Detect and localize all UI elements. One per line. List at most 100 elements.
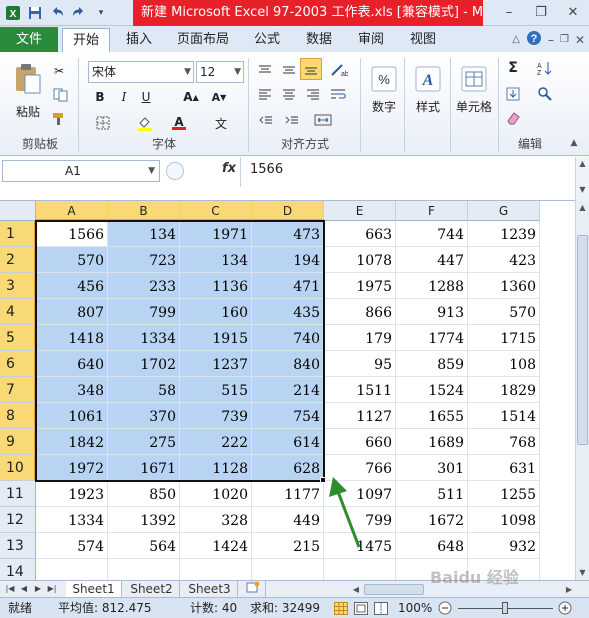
horizontal-scroll-thumb[interactable] bbox=[364, 584, 424, 595]
cell-e14[interactable] bbox=[324, 559, 396, 580]
insert-function-button[interactable]: fx bbox=[222, 161, 236, 176]
cell-g4[interactable]: 570 bbox=[468, 299, 540, 325]
cell-e9[interactable]: 660 bbox=[324, 429, 396, 455]
redo-icon[interactable] bbox=[70, 4, 88, 22]
restore-workbook-icon[interactable]: ❐ bbox=[560, 34, 569, 45]
cell-e1[interactable]: 663 bbox=[324, 221, 396, 247]
cell-b12[interactable]: 1392 bbox=[108, 507, 180, 533]
cell-e4[interactable]: 866 bbox=[324, 299, 396, 325]
cell-f11[interactable]: 511 bbox=[396, 481, 468, 507]
cell-d7[interactable]: 214 bbox=[252, 377, 324, 403]
cell-d8[interactable]: 754 bbox=[252, 403, 324, 429]
cell-d9[interactable]: 614 bbox=[252, 429, 324, 455]
cell-f4[interactable]: 913 bbox=[396, 299, 468, 325]
cell-g13[interactable]: 932 bbox=[468, 533, 540, 559]
cell-b7[interactable]: 58 bbox=[108, 377, 180, 403]
formula-input[interactable]: 1566 bbox=[250, 160, 283, 180]
align-bottom-icon[interactable] bbox=[300, 58, 322, 80]
zoom-out-icon[interactable] bbox=[438, 601, 452, 618]
cell-a4[interactable]: 807 bbox=[36, 299, 108, 325]
column-header-g[interactable]: G bbox=[468, 201, 540, 221]
cell-c7[interactable]: 515 bbox=[180, 377, 252, 403]
cell-c1[interactable]: 1971 bbox=[180, 221, 252, 247]
last-sheet-icon[interactable]: ▶| bbox=[46, 582, 58, 596]
cell-b11[interactable]: 850 bbox=[108, 481, 180, 507]
merge-center-icon[interactable] bbox=[310, 112, 336, 128]
cell-c13[interactable]: 1424 bbox=[180, 533, 252, 559]
cell-b5[interactable]: 1334 bbox=[108, 325, 180, 351]
cell-a7[interactable]: 348 bbox=[36, 377, 108, 403]
paste-button[interactable]: 粘贴 bbox=[8, 56, 48, 126]
find-select-icon[interactable] bbox=[532, 84, 558, 104]
row-header-12[interactable]: 12 bbox=[0, 507, 36, 533]
phonetic-icon[interactable]: 文 bbox=[208, 114, 234, 132]
grow-font-icon[interactable]: A ▲ bbox=[180, 88, 202, 106]
cell-g8[interactable]: 1514 bbox=[468, 403, 540, 429]
cell-f2[interactable]: 447 bbox=[396, 247, 468, 273]
cell-d6[interactable]: 840 bbox=[252, 351, 324, 377]
cell-a13[interactable]: 574 bbox=[36, 533, 108, 559]
cell-d13[interactable]: 215 bbox=[252, 533, 324, 559]
cell-a9[interactable]: 1842 bbox=[36, 429, 108, 455]
row-header-13[interactable]: 13 bbox=[0, 533, 36, 559]
row-header-10[interactable]: 10 bbox=[0, 455, 36, 481]
row-header-1[interactable]: 1 bbox=[0, 221, 36, 247]
row-header-5[interactable]: 5 bbox=[0, 325, 36, 351]
cell-f10[interactable]: 301 bbox=[396, 455, 468, 481]
undo-icon[interactable] bbox=[48, 4, 66, 22]
select-all-corner[interactable] bbox=[0, 201, 36, 221]
help-icon[interactable]: ? bbox=[526, 30, 542, 49]
cell-f6[interactable]: 859 bbox=[396, 351, 468, 377]
cell-f8[interactable]: 1655 bbox=[396, 403, 468, 429]
cell-g7[interactable]: 1829 bbox=[468, 377, 540, 403]
cell-b10[interactable]: 1671 bbox=[108, 455, 180, 481]
collapse-ribbon-icon[interactable]: △ bbox=[512, 34, 520, 45]
scroll-up-icon[interactable]: ▲ bbox=[576, 201, 589, 215]
cell-g9[interactable]: 768 bbox=[468, 429, 540, 455]
cell-g12[interactable]: 1098 bbox=[468, 507, 540, 533]
sheet-tab-1[interactable]: Sheet1 bbox=[66, 581, 122, 597]
close-workbook-icon[interactable]: ✕ bbox=[575, 33, 585, 47]
vertical-scroll-thumb[interactable] bbox=[577, 235, 588, 445]
sort-filter-icon[interactable]: AZ bbox=[532, 58, 558, 78]
cell-a6[interactable]: 640 bbox=[36, 351, 108, 377]
prev-sheet-icon[interactable]: ◀ bbox=[18, 582, 30, 596]
cell-e7[interactable]: 1511 bbox=[324, 377, 396, 403]
zoom-level[interactable]: 100% bbox=[398, 598, 432, 618]
insert-sheet-icon[interactable] bbox=[240, 581, 266, 597]
align-left-icon[interactable] bbox=[256, 86, 274, 102]
cell-d2[interactable]: 194 bbox=[252, 247, 324, 273]
fill-color-icon[interactable] bbox=[134, 114, 156, 132]
cell-a1[interactable]: 1566 bbox=[36, 221, 108, 247]
tab-view[interactable]: 视图 bbox=[402, 28, 444, 52]
close-button[interactable]: ✕ bbox=[557, 0, 589, 24]
cell-g11[interactable]: 1255 bbox=[468, 481, 540, 507]
underline-button[interactable]: U bbox=[138, 88, 154, 106]
scroll-left-icon[interactable]: ◀ bbox=[350, 583, 362, 596]
align-right-icon[interactable] bbox=[304, 86, 322, 102]
save-icon[interactable] bbox=[26, 4, 44, 22]
cell-c3[interactable]: 1136 bbox=[180, 273, 252, 299]
cell-b4[interactable]: 799 bbox=[108, 299, 180, 325]
cell-c11[interactable]: 1020 bbox=[180, 481, 252, 507]
cell-a11[interactable]: 1923 bbox=[36, 481, 108, 507]
vertical-scrollbar[interactable]: ▲ ▼ bbox=[575, 201, 589, 580]
column-header-f[interactable]: F bbox=[396, 201, 468, 221]
cell-g1[interactable]: 1239 bbox=[468, 221, 540, 247]
cell-f3[interactable]: 1288 bbox=[396, 273, 468, 299]
cell-g3[interactable]: 1360 bbox=[468, 273, 540, 299]
italic-button[interactable]: I bbox=[116, 88, 132, 106]
row-header-14[interactable]: 14 bbox=[0, 559, 36, 580]
cell-a3[interactable]: 456 bbox=[36, 273, 108, 299]
sheet-tab-2[interactable]: Sheet2 bbox=[124, 581, 180, 597]
cell-a8[interactable]: 1061 bbox=[36, 403, 108, 429]
cell-f9[interactable]: 1689 bbox=[396, 429, 468, 455]
cell-f5[interactable]: 1774 bbox=[396, 325, 468, 351]
column-header-e[interactable]: E bbox=[324, 201, 396, 221]
column-header-b[interactable]: B bbox=[108, 201, 180, 221]
column-header-a[interactable]: A bbox=[36, 201, 108, 221]
page-layout-view-icon[interactable] bbox=[354, 601, 368, 618]
cell-e3[interactable]: 1975 bbox=[324, 273, 396, 299]
excel-icon[interactable]: X bbox=[4, 4, 22, 22]
cell-b14[interactable] bbox=[108, 559, 180, 580]
